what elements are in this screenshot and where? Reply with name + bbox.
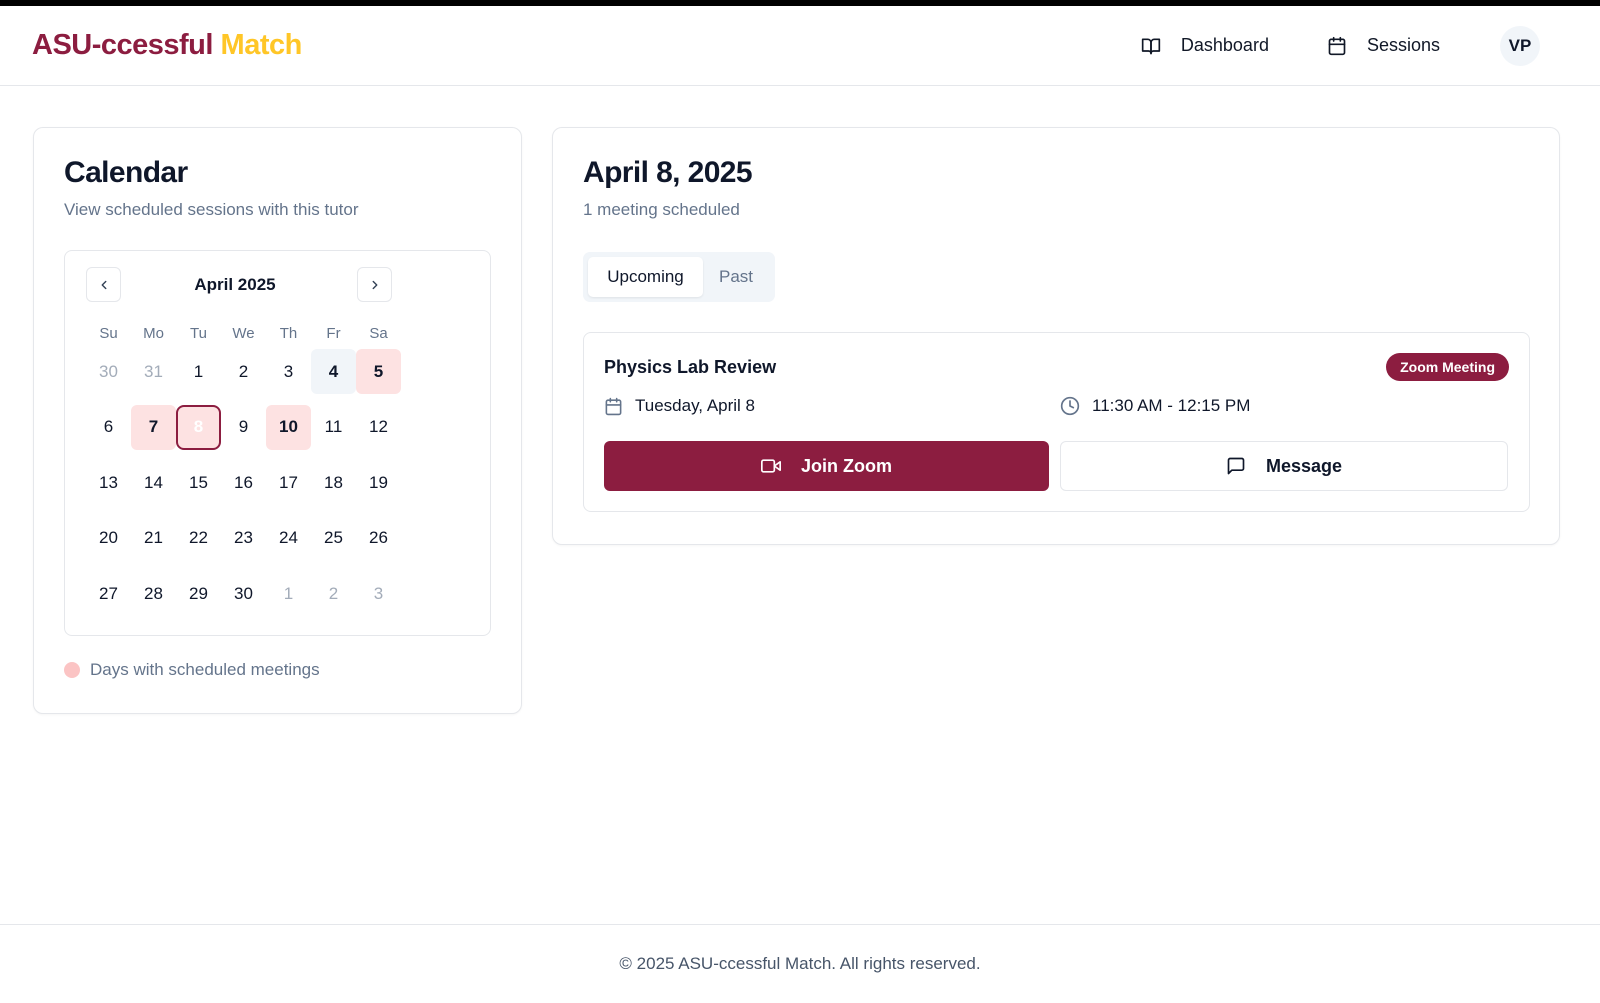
message-label: Message <box>1265 455 1343 476</box>
calendar-day[interactable]: 20 <box>86 516 131 561</box>
chevron-left-icon <box>101 280 106 289</box>
weekday-header: We <box>232 324 255 342</box>
clock-icon <box>1060 396 1080 416</box>
calendar-day[interactable]: 25 <box>311 516 356 561</box>
calendar-day[interactable]: 2 <box>221 349 266 394</box>
calendar-day[interactable]: 7 <box>131 404 176 450</box>
calendar-day[interactable]: 3 <box>356 571 401 616</box>
calendar-day[interactable]: 4 <box>311 349 356 394</box>
session-tabs: Upcoming Past <box>583 252 775 302</box>
weekday-header: Su <box>99 324 118 342</box>
weekday-header: Fr <box>326 324 341 342</box>
join-zoom-button[interactable]: Join Zoom <box>604 441 1049 491</box>
copyright-text: © 2025 ASU-ccessful Match. All rights re… <box>619 954 981 973</box>
join-zoom-label: Join Zoom <box>801 455 892 476</box>
meeting-date-text: Tuesday, April 8 <box>635 396 756 415</box>
weekday-header: Mo <box>143 324 164 342</box>
meeting-count: 1 meeting scheduled <box>583 200 740 219</box>
calendar-day[interactable]: 30 <box>221 571 266 616</box>
message-square-icon <box>1227 457 1245 475</box>
brand-logo[interactable]: ASU-ccessful Match <box>32 29 302 62</box>
calendar-day[interactable]: 1 <box>266 571 311 616</box>
brand-name-part2: Match <box>220 29 303 61</box>
calendar-day[interactable]: 24 <box>266 516 311 561</box>
calendar-legend: Days with scheduled meetings <box>64 660 320 680</box>
calendar-day[interactable]: 6 <box>86 405 131 450</box>
meeting-time: 11:30 AM - 12:15 PM <box>1060 396 1250 416</box>
calendar-day[interactable]: 30 <box>86 349 131 394</box>
calendar-icon <box>1328 36 1346 55</box>
nav-dashboard-label: Dashboard <box>1180 35 1269 55</box>
calendar-icon <box>605 397 622 415</box>
weekday-header: Sa <box>369 324 388 342</box>
calendar-day[interactable]: 18 <box>311 460 356 505</box>
calendar-day[interactable]: 12 <box>356 405 401 450</box>
tab-upcoming[interactable]: Upcoming <box>588 257 703 297</box>
calendar-day[interactable]: 3 <box>266 349 311 394</box>
calendar-day[interactable]: 27 <box>86 571 131 616</box>
calendar-day[interactable]: 1 <box>176 349 221 394</box>
calendar-day[interactable]: 17 <box>266 460 311 505</box>
tab-past[interactable]: Past <box>703 257 769 297</box>
video-camera-icon <box>761 459 781 473</box>
month-label: April 2025 <box>194 275 276 294</box>
day-detail-card: April 8, 2025 1 meeting scheduled Upcomi… <box>552 127 1560 545</box>
main-nav: Dashboard Sessions VP <box>1083 25 1568 66</box>
message-button[interactable]: Message <box>1060 441 1508 491</box>
calendar-day[interactable]: 9 <box>221 405 266 450</box>
month-calendar: April 2025 Su Mo Tu We Th Fr Sa 30 31 1 2 3 4 5 6 7 8 9 10… <box>64 250 491 636</box>
calendar-title: Calendar <box>64 156 188 189</box>
footer: © 2025 ASU-ccessful Match. All rights re… <box>0 924 1600 1003</box>
selected-date-title: April 8, 2025 <box>583 156 753 189</box>
next-month-button[interactable] <box>357 267 392 302</box>
nav-sessions[interactable]: Sessions <box>1327 35 1440 56</box>
calendar-day[interactable]: 14 <box>131 460 176 505</box>
meeting-date: Tuesday, April 8 <box>604 396 755 416</box>
weekday-header: Th <box>279 324 298 342</box>
calendar-day[interactable]: 15 <box>176 460 221 505</box>
chevron-right-icon <box>372 280 377 289</box>
brand-name-part1: ASU-ccessful <box>32 29 213 61</box>
calendar-day[interactable]: 5 <box>356 349 401 394</box>
calendar-day[interactable]: 19 <box>356 460 401 505</box>
calendar-day[interactable]: 11 <box>311 405 356 450</box>
calendar-day[interactable]: 10 <box>266 404 311 450</box>
weekday-header: Tu <box>190 324 207 342</box>
calendar-day[interactable]: 29 <box>176 571 221 616</box>
user-avatar[interactable]: VP <box>1500 25 1540 66</box>
nav-sessions-label: Sessions <box>1366 35 1440 55</box>
header: ASU-ccessful Match Dashboard Sessions VP <box>0 6 1600 86</box>
meeting-title: Physics Lab Review <box>604 357 777 377</box>
meeting-dot-icon <box>64 662 80 678</box>
prev-month-button[interactable] <box>86 267 121 302</box>
calendar-subtitle: View scheduled sessions with this tutor <box>64 200 359 219</box>
calendar-grid: Su Mo Tu We Th Fr Sa 30 31 1 2 3 4 5 6 7 8 9 10 11 12 13 14 15 1… <box>86 317 401 627</box>
calendar-day[interactable]: 16 <box>221 460 266 505</box>
calendar-day[interactable]: 31 <box>131 349 176 394</box>
meeting-card: Physics Lab Review Zoom Meeting Tuesday,… <box>583 332 1530 512</box>
calendar-day[interactable]: 28 <box>131 571 176 616</box>
meeting-type-badge: Zoom Meeting <box>1386 353 1509 381</box>
book-open-icon <box>1141 38 1161 54</box>
nav-dashboard[interactable]: Dashboard <box>1141 35 1269 56</box>
calendar-day[interactable]: 13 <box>86 460 131 505</box>
calendar-day[interactable]: 22 <box>176 516 221 561</box>
calendar-day[interactable]: 26 <box>356 516 401 561</box>
calendar-day-selected[interactable]: 8 <box>176 404 221 450</box>
legend-label: Days with scheduled meetings <box>90 660 320 679</box>
calendar-day[interactable]: 2 <box>311 571 356 616</box>
meeting-time-text: 11:30 AM - 12:15 PM <box>1092 396 1251 415</box>
calendar-card: Calendar View scheduled sessions with th… <box>33 127 522 714</box>
calendar-day[interactable]: 21 <box>131 516 176 561</box>
calendar-day[interactable]: 23 <box>221 516 266 561</box>
